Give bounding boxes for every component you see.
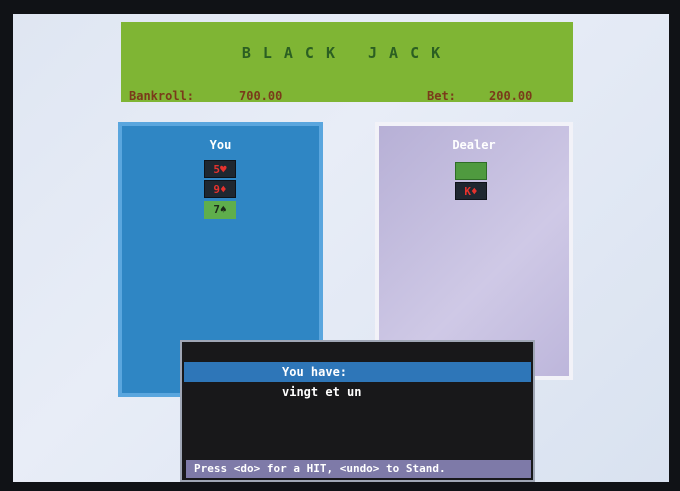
game-title: BLACK JACK <box>241 44 453 62</box>
bet-label: Bet: <box>427 89 456 103</box>
dialog-highlight-bar <box>184 362 531 382</box>
player-label: You <box>209 138 232 152</box>
dealer-card-hidden <box>455 162 487 180</box>
bankroll-value: 700.00 <box>239 89 283 103</box>
player-card-2: 9♦ <box>204 180 236 198</box>
bankroll-label: Bankroll: <box>129 89 195 103</box>
dialog-heading: You have: <box>282 365 348 379</box>
bet-value: 200.00 <box>489 89 533 103</box>
message-dialog: You have: vingt et un Press <do> for a H… <box>180 340 535 482</box>
player-card-3: 7♠ <box>204 201 236 219</box>
dealer-label: Dealer <box>452 138 496 152</box>
game-screen: BLACK JACK Bankroll: 700.00 Bet: 200.00 … <box>13 14 669 482</box>
dialog-message: vingt et un <box>282 385 362 399</box>
dealer-card-up: K♦ <box>455 182 487 200</box>
game-header: BLACK JACK Bankroll: 700.00 Bet: 200.00 <box>121 22 573 103</box>
player-card-1: 5♥ <box>204 160 236 178</box>
dialog-footer-prompt[interactable]: Press <do> for a HIT, <undo> to Stand. <box>186 460 531 478</box>
